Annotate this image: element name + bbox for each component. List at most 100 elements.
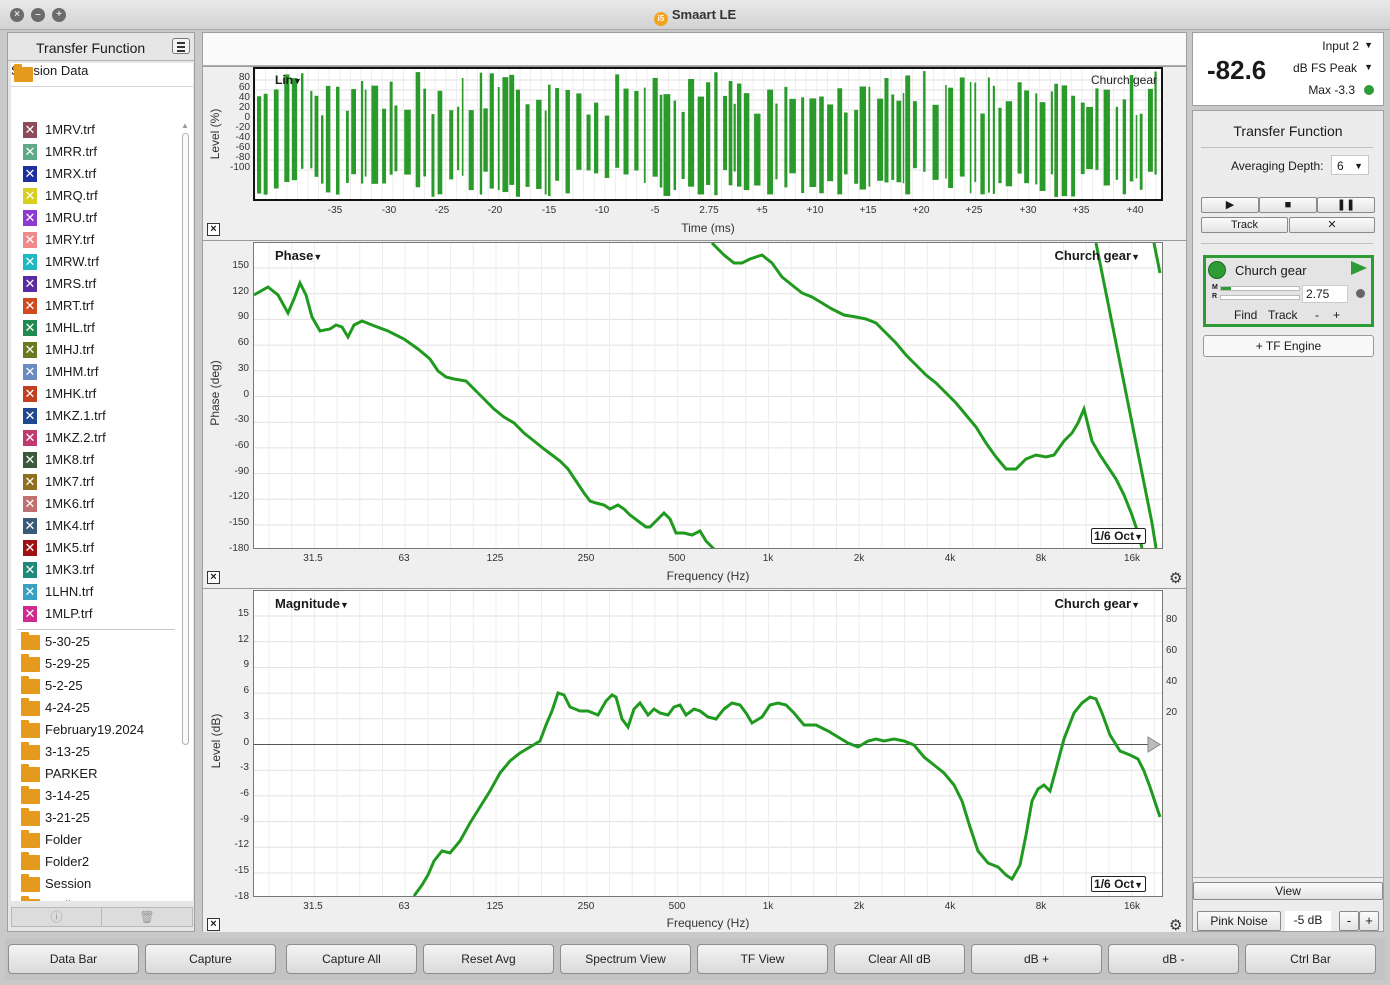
gear-icon[interactable]: ⚙ <box>1169 916 1182 934</box>
input-label: Input 2 <box>1322 39 1359 53</box>
file-list-scrollbar[interactable]: ▲ ▼ <box>181 121 190 901</box>
close-pane-icon[interactable]: × <box>207 223 220 236</box>
list-item[interactable]: ✕ 1MRS.trf <box>11 273 181 295</box>
info-icon[interactable]: ⓘ <box>12 908 102 926</box>
list-item[interactable]: ✕ 1MK6.trf <box>11 493 181 515</box>
play-button[interactable]: ▶ <box>1201 197 1259 213</box>
impulse-measurement-label[interactable]: Church gear <box>1091 73 1157 87</box>
list-item[interactable]: 3-14-25 <box>11 785 181 807</box>
input-selector[interactable]: Input 2 <box>1322 39 1359 53</box>
measurement-color-icon[interactable] <box>1208 261 1226 279</box>
list-item[interactable]: April1.2025 <box>11 895 181 901</box>
find-button[interactable]: Find <box>1234 308 1257 322</box>
tick-label: -30 <box>381 205 397 216</box>
play-arrow-icon[interactable] <box>1351 261 1367 275</box>
list-item[interactable]: Folder2 <box>11 851 181 873</box>
session-data-row[interactable]: Session Data <box>11 63 193 87</box>
list-item[interactable]: ✕ 1MRV.trf <box>11 119 181 141</box>
list-item[interactable]: ✕ 1MRY.trf <box>11 229 181 251</box>
list-item[interactable]: ✕ 1MHJ.trf <box>11 339 181 361</box>
averaging-depth-value: 6 <box>1337 159 1344 173</box>
list-item[interactable]: ✕ 1MKZ.1.trf <box>11 405 181 427</box>
db-plus-button[interactable]: dB + <box>971 944 1102 974</box>
stop-button[interactable]: ■ <box>1259 197 1317 213</box>
magnitude-title-dropdown[interactable]: Magnitude▼ <box>275 596 349 611</box>
db-minus-button[interactable]: dB - <box>1108 944 1239 974</box>
file-name: 1MK5.trf <box>45 540 95 555</box>
list-item[interactable]: ✕ 1MRU.trf <box>11 207 181 229</box>
data-bar-button[interactable]: Data Bar <box>8 944 139 974</box>
impulse-mode-dropdown[interactable]: Lin▼ <box>275 73 302 87</box>
pink-noise-button[interactable]: Pink Noise <box>1197 911 1281 931</box>
list-item[interactable]: Folder <box>11 829 181 851</box>
list-item[interactable]: ✕ 1MRT.trf <box>11 295 181 317</box>
list-item[interactable]: ✕ 1MLP.trf <box>11 603 181 625</box>
list-item[interactable]: ✕ 1MHL.trf <box>11 317 181 339</box>
delay-input[interactable]: 2.75 <box>1302 285 1348 303</box>
list-item[interactable]: ✕ 1MKZ.2.trf <box>11 427 181 449</box>
tick-label: +30 <box>1019 205 1037 216</box>
scroll-up-icon[interactable]: ▲ <box>181 121 189 130</box>
list-item[interactable]: 3-13-25 <box>11 741 181 763</box>
list-item[interactable]: ✕ 1MRX.trf <box>11 163 181 185</box>
list-item[interactable]: 5-2-25 <box>11 675 181 697</box>
magnitude-plot[interactable]: Magnitude▼ Church gear▼ 1/6 Oct▼ <box>253 590 1163 897</box>
measurement-card[interactable]: Church gear M R 2.75 Find Track - + <box>1203 255 1374 327</box>
tf-view-button[interactable]: TF View <box>697 944 828 974</box>
view-button[interactable]: View <box>1193 882 1383 900</box>
list-item[interactable]: ✕ 1MRQ.trf <box>11 185 181 207</box>
delay-plus-button[interactable]: + <box>1333 308 1340 322</box>
noise-plus-button[interactable]: + <box>1359 911 1379 931</box>
phase-smoothing-dropdown[interactable]: 1/6 Oct▼ <box>1091 528 1146 544</box>
list-item[interactable]: ✕ 1MRR.trf <box>11 141 181 163</box>
spectrum-view-button[interactable]: Spectrum View <box>560 944 691 974</box>
list-item[interactable]: ✕ 1MK4.trf <box>11 515 181 537</box>
close-pane-icon[interactable]: × <box>207 571 220 584</box>
capture-all-button[interactable]: Capture All <box>286 944 417 974</box>
trash-icon[interactable]: 🗑 <box>102 908 192 926</box>
list-item[interactable]: Session <box>11 873 181 895</box>
list-item[interactable]: ✕ 1LHN.trf <box>11 581 181 603</box>
phase-measurement-dropdown[interactable]: Church gear▼ <box>1055 248 1141 263</box>
list-item[interactable]: ✕ 1MHK.trf <box>11 383 181 405</box>
chevron-down-icon[interactable]: ▼ <box>1364 40 1373 50</box>
list-item[interactable]: February19.2024 <box>11 719 181 741</box>
file-list[interactable]: Session Data ✕ 1MRV.trf ✕ 1MRR.trf ✕ 1MRX.trf… <box>11 63 193 901</box>
phase-plot[interactable]: Phase▼ Church gear▼ 1/6 Oct▼ <box>253 242 1163 549</box>
meter-unit[interactable]: dB FS Peak <box>1293 61 1357 75</box>
magnitude-smoothing-dropdown[interactable]: 1/6 Oct▼ <box>1091 876 1146 892</box>
tools-icon[interactable]: ✕ <box>1289 217 1375 233</box>
chevron-down-icon[interactable]: ▼ <box>1364 62 1373 72</box>
delay-minus-button[interactable]: - <box>1315 308 1319 322</box>
list-item[interactable]: 4-24-25 <box>11 697 181 719</box>
noise-level-field[interactable]: -5 dB <box>1285 911 1331 931</box>
list-item[interactable]: ✕ 1MK3.trf <box>11 559 181 581</box>
folder-icon <box>21 786 40 804</box>
track-button[interactable]: Track <box>1201 217 1288 233</box>
list-item[interactable]: 5-30-25 <box>11 631 181 653</box>
list-item[interactable]: 5-29-25 <box>11 653 181 675</box>
list-item[interactable]: PARKER <box>11 763 181 785</box>
list-item[interactable]: ✕ 1MK7.trf <box>11 471 181 493</box>
capture-button[interactable]: Capture <box>145 944 276 974</box>
close-pane-icon[interactable]: × <box>207 918 220 931</box>
ctrl-bar-button[interactable]: Ctrl Bar <box>1245 944 1376 974</box>
averaging-depth-select[interactable]: 6 ▼ <box>1331 155 1369 175</box>
magnitude-measurement-dropdown[interactable]: Church gear▼ <box>1055 596 1141 611</box>
impulse-plot[interactable]: Lin▼ Church gear <box>253 67 1163 201</box>
tf-engine-button[interactable]: + TF Engine <box>1203 335 1374 357</box>
phase-title-dropdown[interactable]: Phase▼ <box>275 248 322 263</box>
list-item[interactable]: ✕ 1MRW.trf <box>11 251 181 273</box>
pause-button[interactable]: ❚❚ <box>1317 197 1375 213</box>
list-item[interactable]: ✕ 1MK8.trf <box>11 449 181 471</box>
list-item[interactable]: ✕ 1MK5.trf <box>11 537 181 559</box>
scrollbar-thumb[interactable] <box>182 133 189 745</box>
file-browser-menu-icon[interactable] <box>172 38 190 54</box>
reset-avg-button[interactable]: Reset Avg <box>423 944 554 974</box>
track-toggle[interactable]: Track <box>1268 308 1298 322</box>
clear-all-db-button[interactable]: Clear All dB <box>834 944 965 974</box>
list-item[interactable]: ✕ 1MHM.trf <box>11 361 181 383</box>
noise-minus-button[interactable]: - <box>1339 911 1359 931</box>
list-item[interactable]: 3-21-25 <box>11 807 181 829</box>
gear-icon[interactable]: ⚙ <box>1169 569 1182 587</box>
